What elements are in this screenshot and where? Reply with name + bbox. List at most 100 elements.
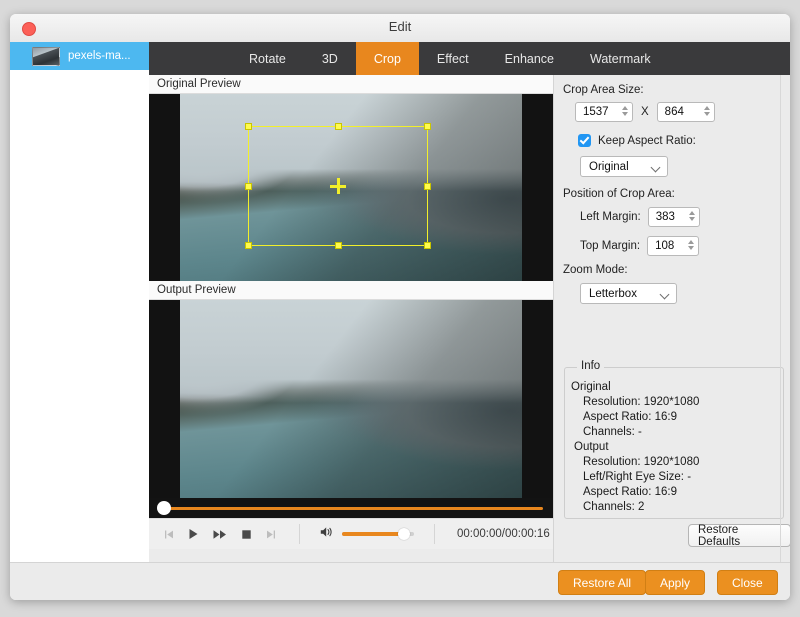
info-original-aspect-ratio: Aspect Ratio: 16:9	[583, 411, 677, 423]
window-body: pexels-ma... Rotate 3D Crop Effect Enhan…	[10, 42, 790, 600]
stop-icon[interactable]	[241, 529, 252, 540]
crop-center-crosshair-icon	[330, 178, 346, 194]
volume-slider-knob[interactable]	[398, 528, 410, 540]
speaker-icon[interactable]	[320, 525, 335, 543]
info-legend: Info	[577, 360, 605, 372]
title-bar: Edit	[10, 14, 790, 43]
crop-area-size-label: Crop Area Size:	[563, 84, 644, 96]
crop-height-stepper[interactable]	[703, 106, 710, 116]
output-preview-image	[180, 300, 522, 498]
tab-rotate[interactable]: Rotate	[231, 42, 304, 75]
left-margin-row: Left Margin: 383	[580, 207, 700, 227]
volume-slider-fill	[342, 532, 404, 536]
editor-content: Rotate 3D Crop Effect Enhance Watermark …	[149, 42, 790, 600]
size-separator: X	[641, 106, 649, 118]
volume-slider-track[interactable]	[342, 528, 414, 540]
zoom-mode-value: Letterbox	[589, 287, 637, 300]
original-preview-viewport[interactable]	[149, 94, 553, 281]
info-output-header: Output	[574, 441, 609, 453]
crop-handle-top-right[interactable]	[424, 123, 431, 130]
play-icon[interactable]	[188, 528, 199, 540]
info-output-eye-size: Left/Right Eye Size: -	[583, 471, 692, 483]
panel-edge-divider	[780, 75, 781, 562]
transport-divider-left	[299, 524, 300, 544]
volume-control[interactable]	[320, 525, 414, 543]
info-original-header: Original	[571, 381, 611, 393]
crop-settings-panel: Crop Area Size: 1537 X 864 Keep Aspect R…	[553, 75, 790, 562]
crop-width-value: 1537	[583, 106, 609, 118]
crop-handle-bottom-center[interactable]	[334, 242, 342, 249]
edit-window: Edit pexels-ma... Rotate 3D Crop Effect	[10, 14, 790, 600]
tab-3d[interactable]: 3D	[304, 42, 356, 75]
tab-crop[interactable]: Crop	[355, 42, 419, 75]
keep-aspect-ratio-checkbox[interactable]	[578, 134, 591, 147]
aspect-ratio-select[interactable]: Original	[580, 156, 668, 177]
close-button[interactable]: Close	[717, 570, 778, 595]
output-preview-label: Output Preview	[149, 281, 553, 300]
crop-handle-top-left[interactable]	[245, 123, 252, 130]
crop-height-value: 864	[664, 106, 684, 118]
file-list-sidebar: pexels-ma...	[10, 42, 150, 562]
keep-aspect-ratio-row[interactable]: Keep Aspect Ratio:	[578, 134, 696, 147]
fast-forward-icon[interactable]	[213, 529, 227, 540]
keep-aspect-ratio-label: Keep Aspect Ratio:	[598, 134, 696, 147]
info-output-aspect-ratio: Aspect Ratio: 16:9	[583, 486, 677, 498]
crop-panel-area: Original Preview Output Preview 00:00:00…	[149, 75, 790, 562]
left-margin-label: Left Margin:	[580, 211, 641, 223]
timeline-track[interactable]	[164, 507, 543, 510]
top-margin-label: Top Margin:	[580, 240, 641, 252]
window-title: Edit	[388, 19, 412, 34]
time-display: 00:00:00/00:00:16	[457, 528, 550, 540]
transport-divider-right	[434, 524, 435, 544]
position-of-crop-area-label: Position of Crop Area:	[563, 188, 675, 200]
crop-width-input[interactable]: 1537	[575, 102, 633, 122]
restore-defaults-button[interactable]: Restore Defaults	[688, 524, 790, 548]
list-item[interactable]: pexels-ma...	[10, 42, 149, 70]
restore-all-button[interactable]: Restore All	[558, 570, 647, 595]
screenshot-root: Edit pexels-ma... Rotate 3D Crop Effect	[0, 0, 800, 617]
tabs-leading-spacer	[149, 42, 231, 75]
info-output-channels: Channels: 2	[583, 501, 645, 513]
info-original-resolution: Resolution: 1920*1080	[583, 396, 700, 408]
left-margin-input[interactable]: 383	[647, 207, 700, 227]
info-original-channels: Channels: -	[583, 426, 642, 438]
tab-enhance[interactable]: Enhance	[487, 42, 572, 75]
crop-selection-rect[interactable]	[245, 123, 431, 249]
info-group: Info Original Resolution: 1920*1080 Aspe…	[564, 360, 784, 519]
crop-handle-middle-right[interactable]	[424, 182, 431, 190]
footer-bar: Restore All Apply Close	[10, 562, 790, 600]
crop-height-input[interactable]: 864	[656, 102, 715, 122]
zoom-mode-label: Zoom Mode:	[563, 264, 628, 276]
chevron-down-icon	[659, 289, 670, 300]
skip-next-icon[interactable]	[266, 529, 277, 540]
transport-bar: 00:00:00/00:00:16	[149, 518, 553, 549]
tab-watermark[interactable]: Watermark	[572, 42, 669, 75]
list-item-label: pexels-ma...	[68, 50, 131, 62]
crop-size-row: 1537 X 864	[575, 102, 715, 122]
apply-button[interactable]: Apply	[645, 570, 706, 595]
crop-handle-bottom-left[interactable]	[245, 242, 252, 249]
left-margin-value: 383	[655, 211, 675, 223]
info-output-resolution: Resolution: 1920*1080	[583, 456, 700, 468]
skip-previous-icon[interactable]	[163, 529, 174, 540]
editor-tabs: Rotate 3D Crop Effect Enhance Watermark	[149, 42, 790, 75]
output-preview-viewport[interactable]	[149, 300, 553, 498]
crop-handle-bottom-right[interactable]	[424, 242, 431, 249]
crop-handle-top-center[interactable]	[334, 123, 342, 130]
chevron-down-icon	[650, 162, 661, 173]
zoom-mode-select[interactable]: Letterbox	[580, 283, 677, 304]
aspect-ratio-value: Original	[589, 160, 629, 173]
crop-handle-middle-left[interactable]	[245, 182, 252, 190]
transport-buttons	[149, 528, 277, 540]
playback-timeline[interactable]	[149, 498, 553, 518]
top-margin-stepper[interactable]	[688, 240, 695, 250]
top-margin-input[interactable]: 108	[647, 236, 700, 256]
original-preview-label: Original Preview	[149, 75, 553, 94]
crop-width-stepper[interactable]	[622, 106, 628, 116]
timeline-playhead[interactable]	[157, 501, 171, 515]
tab-effect[interactable]: Effect	[419, 42, 487, 75]
left-margin-stepper[interactable]	[688, 211, 695, 221]
top-margin-value: 108	[655, 240, 675, 252]
video-thumbnail-icon	[32, 46, 60, 66]
top-margin-row: Top Margin: 108	[580, 236, 700, 256]
